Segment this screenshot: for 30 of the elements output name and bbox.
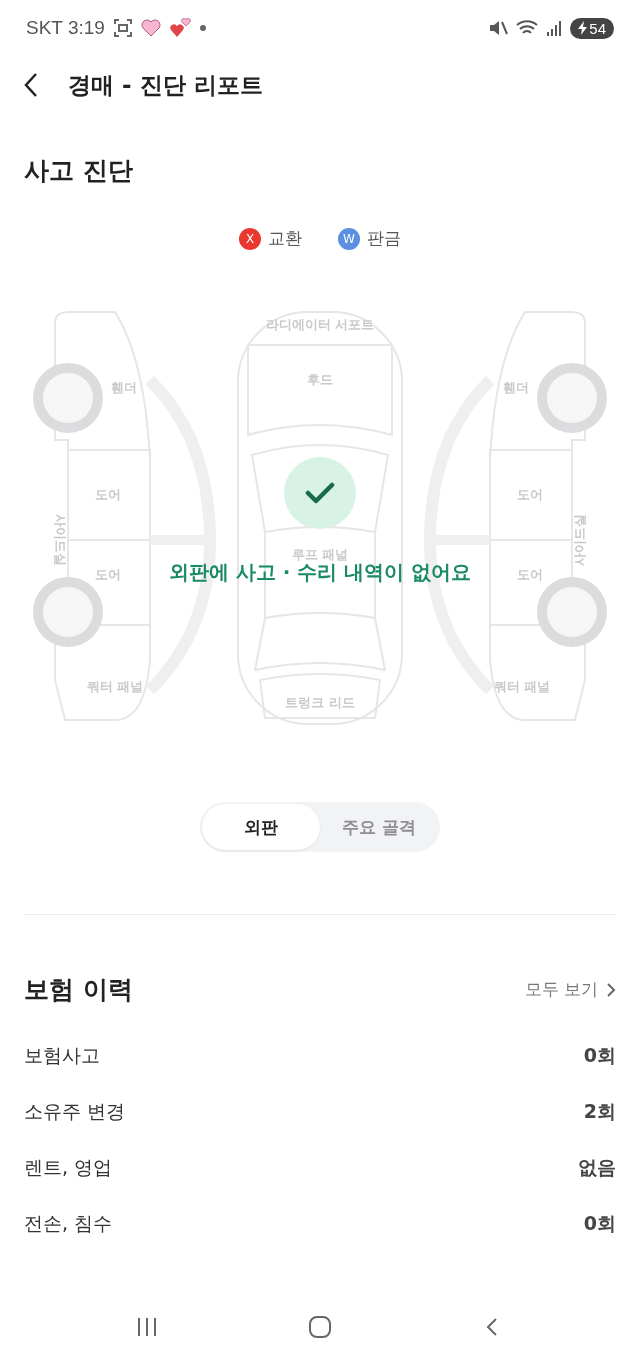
- history-label: 보험사고: [24, 1043, 100, 1068]
- segment-tab[interactable]: 주요 골격: [320, 804, 438, 850]
- history-value: 0회: [583, 1043, 616, 1068]
- signal-icon: [546, 19, 563, 37]
- history-value: 2회: [583, 1099, 616, 1124]
- charging-bolt-icon: [578, 21, 588, 35]
- screenshot-icon: [112, 18, 133, 38]
- page-title: 경매 - 진단 리포트: [68, 70, 263, 100]
- hearts-icon: [168, 18, 191, 38]
- segment-tab[interactable]: 외판: [202, 804, 320, 850]
- home-button[interactable]: [308, 1315, 332, 1339]
- section-title: 사고 진단: [24, 155, 134, 187]
- dot-icon: [198, 24, 207, 32]
- history-value: 없음: [578, 1155, 616, 1180]
- view-all-link[interactable]: 모두 보기: [524, 978, 616, 1001]
- legend-dot: X: [239, 227, 261, 250]
- legend-label: 교환: [268, 227, 302, 250]
- history-label: 전손, 침수: [24, 1211, 113, 1236]
- checkmark-icon: [305, 481, 335, 505]
- chevron-right-icon: [606, 981, 616, 998]
- status-time: SKT 3:19: [26, 17, 105, 39]
- legend-label: 판금: [367, 227, 401, 250]
- section-title: 보험 이력: [24, 974, 133, 1006]
- heart-icon: [140, 19, 161, 37]
- history-label: 렌트, 영업: [24, 1155, 113, 1180]
- mute-icon: [488, 18, 509, 38]
- battery-level: 54: [589, 19, 606, 37]
- history-value: 0회: [583, 1211, 616, 1236]
- history-label: 소유주 변경: [24, 1099, 126, 1124]
- legend-dot: W: [338, 227, 360, 250]
